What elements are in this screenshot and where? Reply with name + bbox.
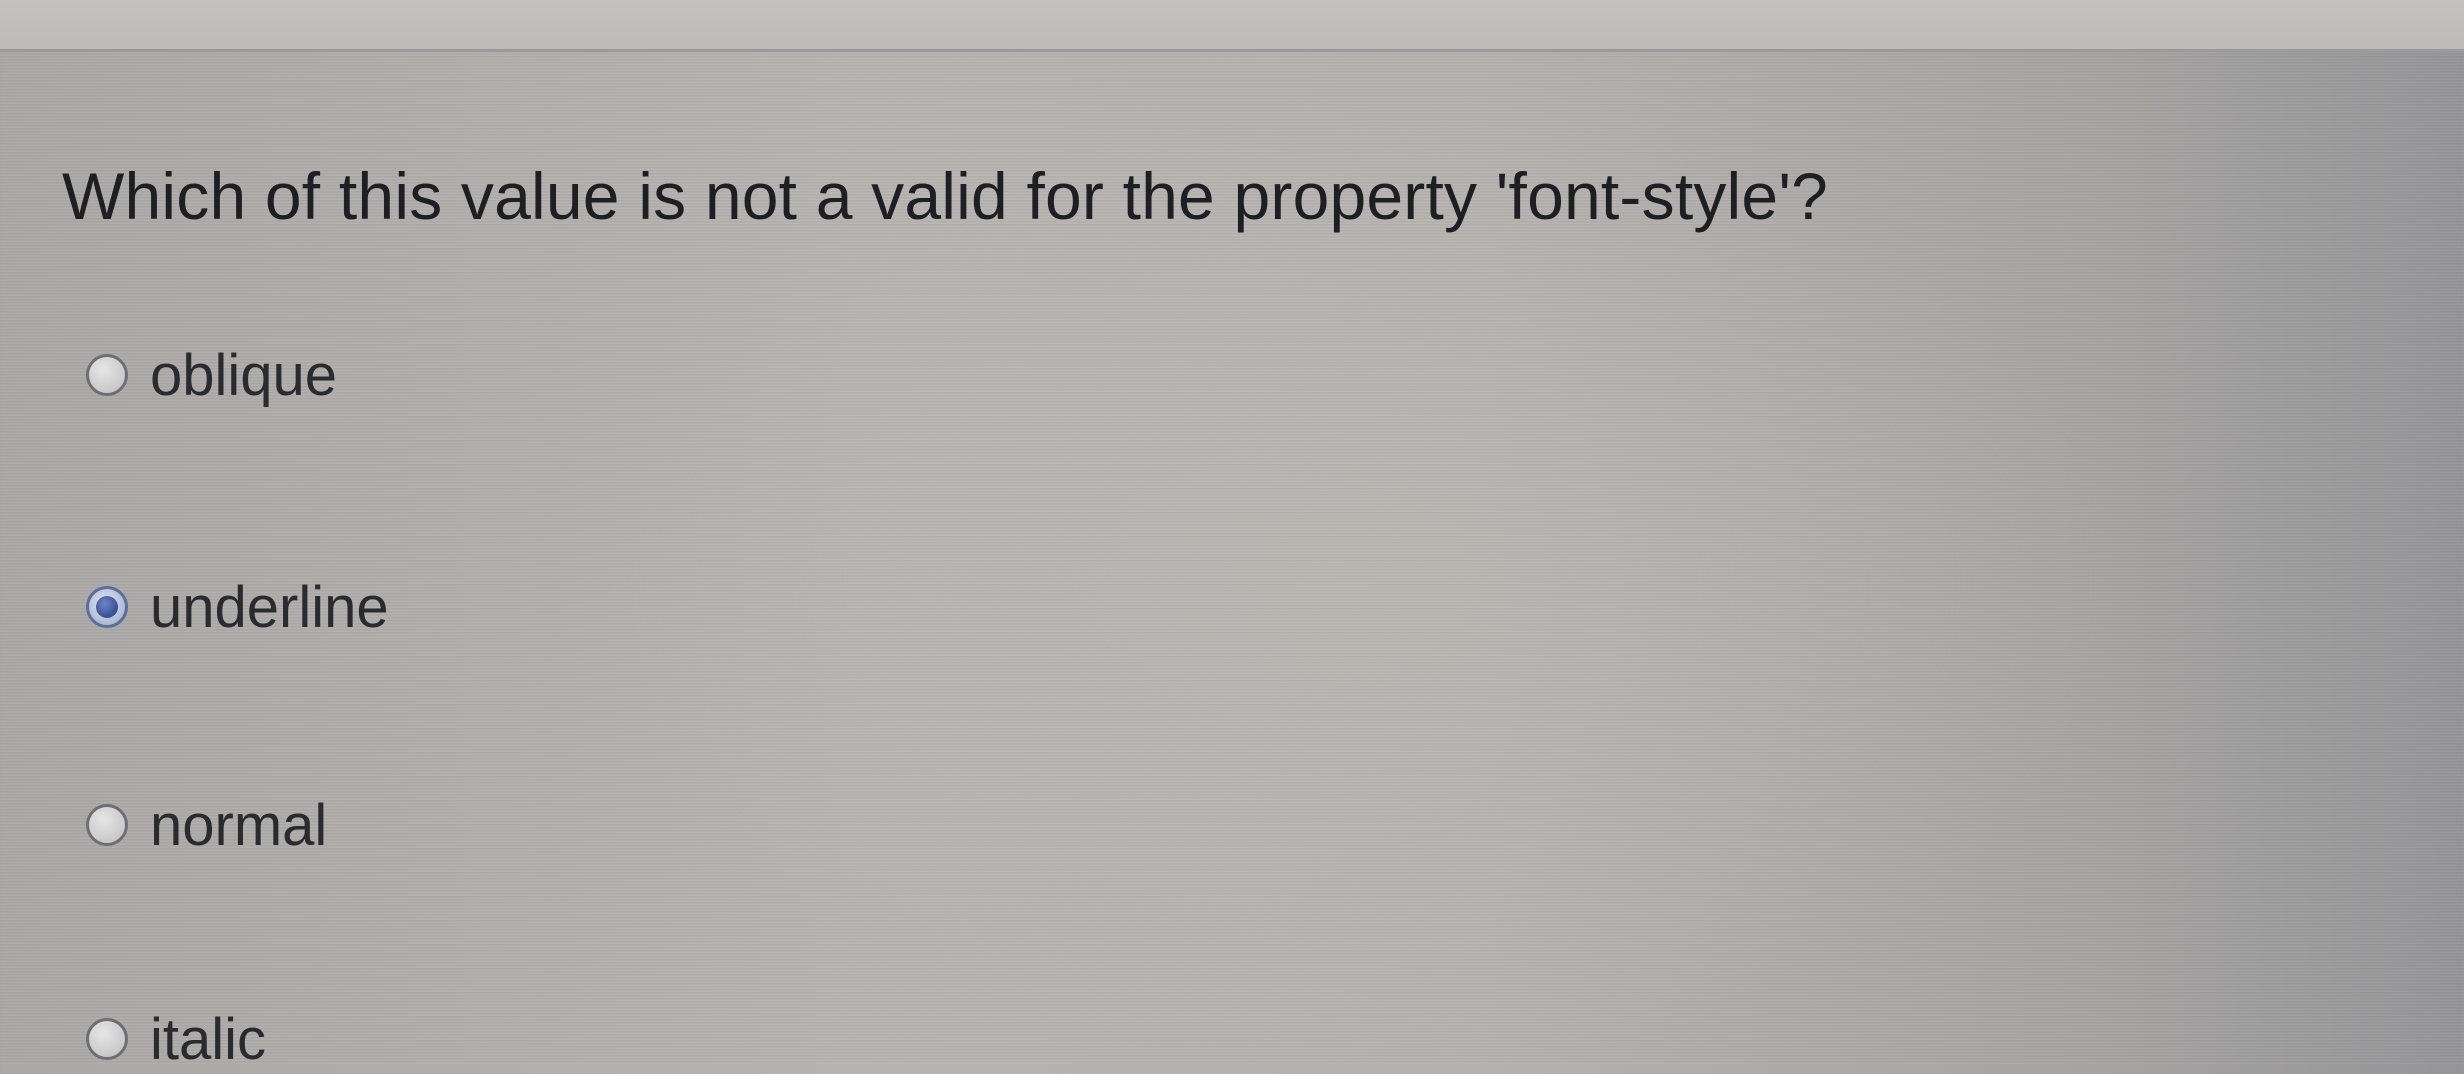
top-divider: [0, 0, 2464, 52]
option-label: oblique: [150, 342, 338, 408]
question-panel: Which of this value is not a valid for t…: [0, 52, 2464, 1072]
radio-dot-icon: [96, 596, 118, 618]
radio-button-unchecked-icon[interactable]: [86, 1018, 128, 1060]
option-normal[interactable]: normal: [86, 790, 327, 860]
radio-button-unchecked-icon[interactable]: [86, 354, 128, 396]
option-label: underline: [150, 574, 389, 640]
option-label: italic: [150, 1006, 267, 1072]
option-label: normal: [150, 792, 328, 858]
radio-button-checked-icon[interactable]: [86, 586, 128, 628]
options-list: oblique underline normal italic: [0, 52, 2464, 1072]
option-underline[interactable]: underline: [86, 572, 389, 642]
radio-button-unchecked-icon[interactable]: [86, 804, 128, 846]
option-oblique[interactable]: oblique: [86, 340, 337, 410]
